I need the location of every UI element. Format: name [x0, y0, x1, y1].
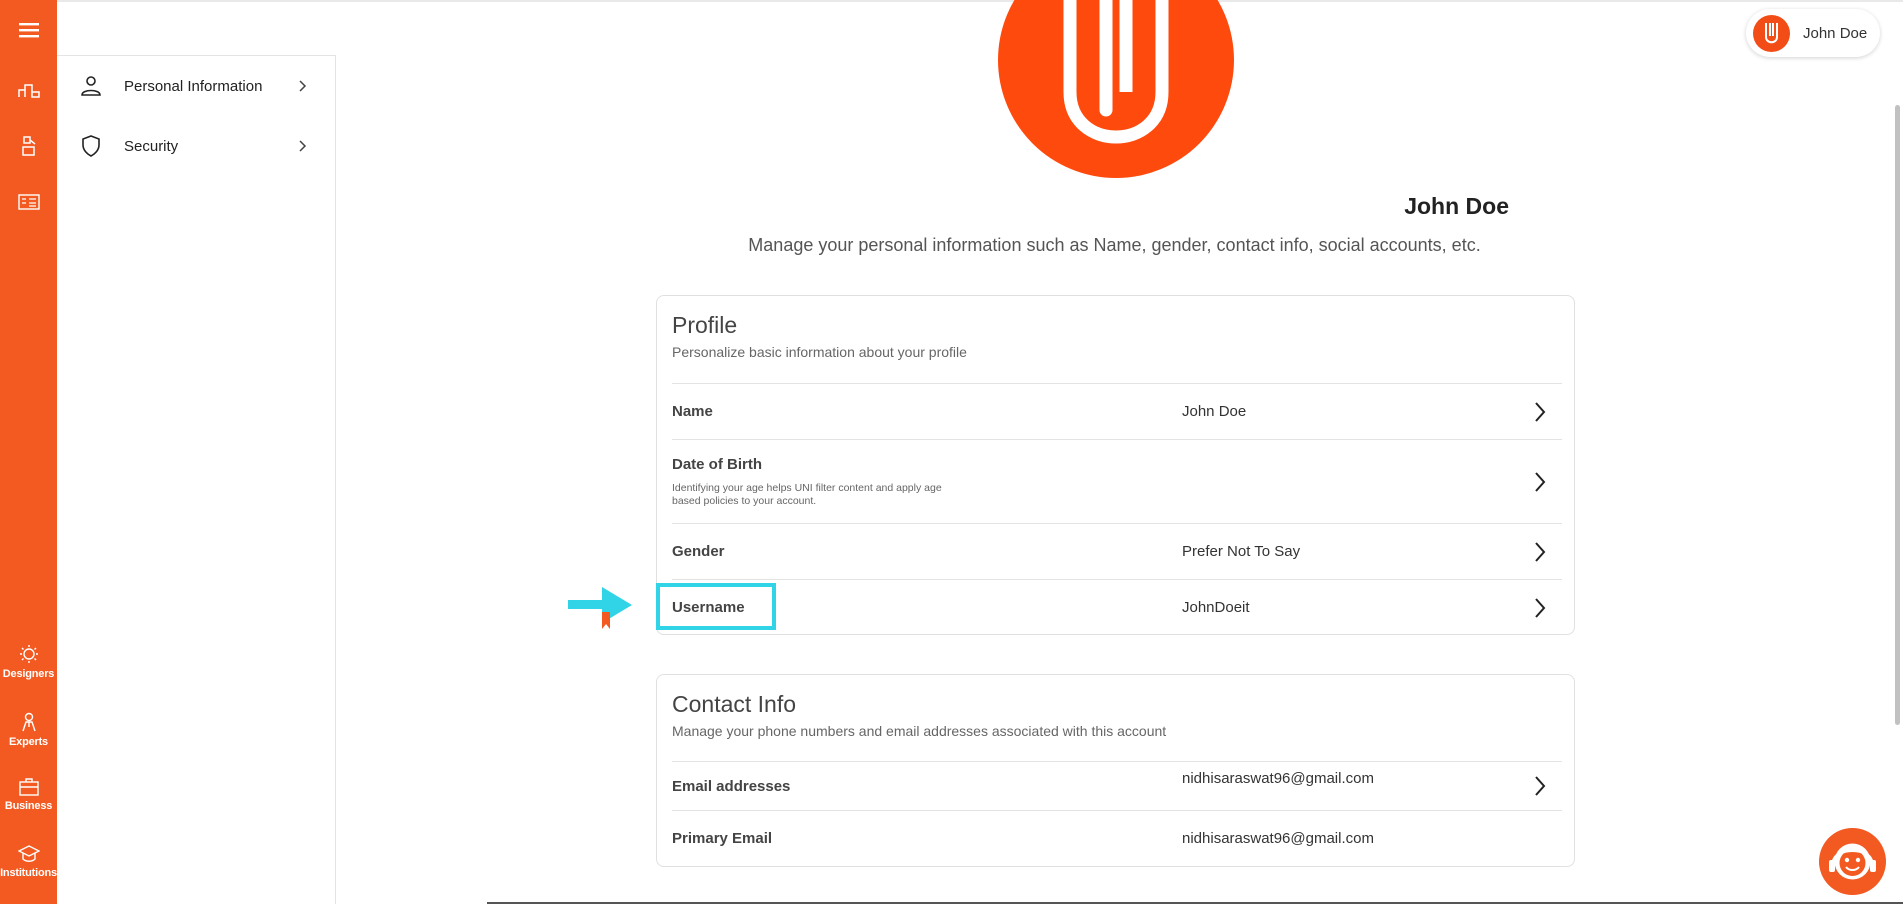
row-value: nidhisaraswat96@gmail.com	[1182, 770, 1374, 787]
business-icon	[18, 778, 39, 796]
user-name: John Doe	[1803, 24, 1868, 42]
designers-icon	[19, 645, 38, 663]
profile-name-wrap: John Doe	[0, 193, 1903, 220]
rail-nav-experts[interactable]: Experts	[0, 712, 57, 748]
user-menu-button[interactable]: John Doe	[1746, 9, 1880, 57]
rail-nav-designers[interactable]: Designers	[0, 644, 57, 680]
avatar	[1753, 15, 1790, 52]
person-icon	[81, 76, 101, 96]
row-value: John Doe	[1182, 403, 1247, 420]
rail-nav-institutions[interactable]: Institutions	[0, 845, 57, 879]
chevron-right-icon	[1535, 598, 1546, 618]
top-divider	[57, 0, 1903, 2]
chevron-right-icon	[1535, 402, 1546, 422]
hamburger-icon	[18, 23, 39, 38]
support-chat-button[interactable]	[1819, 828, 1886, 895]
rail-label-designers: Designers	[2, 668, 55, 680]
paperclip-logo-icon	[1063, 0, 1169, 144]
row-value: Prefer Not To Say	[1182, 543, 1301, 560]
profile-row-name[interactable]: Name John Doe	[672, 383, 1562, 439]
support-agent-icon	[1829, 843, 1876, 880]
rail-label-business: Business	[4, 800, 53, 812]
rail-nav-dashboard[interactable]	[0, 82, 57, 98]
left-rail: Designers Experts Business Institutions	[0, 0, 57, 904]
profile-name: John Doe	[1404, 193, 1509, 219]
rail-nav-business[interactable]: Business	[0, 778, 57, 812]
profile-row-date-of-birth[interactable]: Date of Birth Identifying your age helps…	[672, 439, 1562, 523]
row-label: Primary Email	[672, 830, 773, 847]
subnav-label: Security	[124, 137, 179, 155]
profile-subtitle: Manage your personal information such as…	[748, 235, 1481, 255]
subnav-item-security[interactable]: Security	[57, 116, 336, 176]
paperclip-logo-icon	[1765, 23, 1778, 44]
chevron-right-icon	[1535, 542, 1546, 562]
card-title: Contact Info	[672, 691, 797, 717]
row-value: JohnDoeit	[1182, 599, 1250, 616]
username-highlight-box	[656, 583, 776, 630]
chevron-right-icon	[299, 140, 307, 152]
contact-row-email-addresses[interactable]: Email addresses nidhisaraswat96@gmail.co…	[672, 761, 1562, 810]
page-scrollbar[interactable]	[1895, 105, 1900, 725]
chevron-right-icon	[299, 80, 307, 92]
contact-info-card: Contact Info Manage your phone numbers a…	[656, 674, 1575, 867]
tools-icon	[21, 136, 35, 156]
pointer-arrow-icon	[568, 587, 632, 629]
chevron-right-icon	[1535, 472, 1546, 492]
rail-label-institutions: Institutions	[0, 867, 57, 879]
podium-icon	[17, 84, 40, 98]
settings-subnav: Personal Information Security	[57, 55, 336, 904]
rail-label-experts: Experts	[9, 736, 48, 748]
rail-nav-tools[interactable]	[0, 135, 57, 157]
row-label: Email addresses	[672, 778, 791, 795]
card-description: Manage your phone numbers and email addr…	[672, 723, 1167, 739]
contact-row-primary-email[interactable]: Primary Email nidhisaraswat96@gmail.com	[672, 810, 1562, 866]
profile-card: Profile Personalize basic information ab…	[656, 295, 1575, 635]
profile-row-username[interactable]: Username JohnDoeit	[672, 579, 1562, 635]
card-description: Personalize basic information about your…	[672, 344, 967, 360]
row-label: Gender	[672, 543, 725, 560]
institutions-icon	[17, 845, 40, 862]
menu-button[interactable]	[0, 22, 57, 38]
row-label: Name	[672, 403, 713, 420]
chevron-right-icon	[1535, 776, 1546, 796]
subnav-label: Personal Information	[124, 77, 263, 95]
shield-icon	[82, 135, 100, 157]
row-note: Identifying your age helps UNI filter co…	[672, 482, 942, 507]
profile-row-gender[interactable]: Gender Prefer Not To Say	[672, 523, 1562, 579]
experts-icon	[21, 712, 36, 732]
card-title: Profile	[672, 312, 738, 338]
subnav-item-personal-information[interactable]: Personal Information	[57, 56, 336, 116]
profile-avatar[interactable]	[998, 0, 1234, 178]
row-value: nidhisaraswat96@gmail.com	[1182, 830, 1374, 847]
row-label: Date of Birth	[672, 456, 762, 473]
